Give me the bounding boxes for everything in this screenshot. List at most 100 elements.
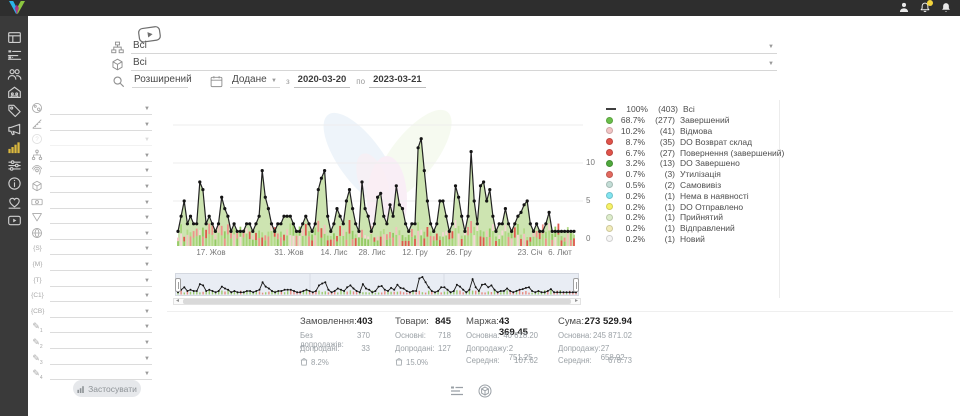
- legend-item[interactable]: 68.7%(277)Завершений: [606, 115, 782, 126]
- date-to-input[interactable]: 2023-03-21: [369, 74, 426, 88]
- filter-select[interactable]: ▼: [50, 274, 152, 287]
- main-chart[interactable]: 17. Жов31. Жов14. Лис28. Лис12. Гру26. Г…: [173, 100, 585, 260]
- dashboard-icon[interactable]: [7, 30, 22, 45]
- chart-scrollbar[interactable]: ◂ ▸: [173, 298, 581, 305]
- legend-item[interactable]: 0.7%(3)Утилізація: [606, 169, 782, 180]
- legend-percent: 0.7%: [613, 169, 645, 179]
- chevron-down-icon[interactable]: ▼: [144, 356, 150, 362]
- chevron-down-icon[interactable]: ▼: [144, 246, 150, 252]
- chevron-down-icon[interactable]: ▼: [144, 371, 150, 377]
- filter-select[interactable]: ▼: [50, 289, 152, 302]
- legend-item[interactable]: 6.7%(27)Повернення (завершений): [606, 147, 782, 158]
- mini-chart-brush[interactable]: [175, 273, 579, 296]
- brush-handle-left[interactable]: [175, 278, 181, 292]
- alerts-bell-icon[interactable]: [940, 1, 952, 14]
- legend-item[interactable]: 3.2%(13)DO Завершено: [606, 158, 782, 169]
- settings-sliders-icon[interactable]: [7, 158, 22, 173]
- chevron-down-icon[interactable]: ▼: [144, 340, 150, 346]
- search-mode-select[interactable]: Розширений ▼: [132, 74, 188, 88]
- filter-select[interactable]: ▼: [50, 196, 152, 209]
- orders-list-toggle-icon[interactable]: [450, 384, 464, 398]
- legend-item[interactable]: 0.2%(1)DO Отправлено: [606, 201, 782, 212]
- chevron-down-icon[interactable]: ▼: [144, 324, 150, 330]
- filter-select[interactable]: ▼: [50, 164, 152, 177]
- chevron-down-icon[interactable]: ▼: [144, 106, 150, 112]
- chevron-down-icon[interactable]: ▼: [144, 168, 150, 174]
- legend-count: (1): [645, 234, 675, 244]
- chevron-down-icon[interactable]: ▼: [144, 293, 150, 299]
- chevron-down-icon[interactable]: ▼: [144, 184, 150, 190]
- legend-label: Повернення (завершений): [680, 148, 784, 158]
- chevron-down-icon[interactable]: ▼: [768, 44, 774, 50]
- chevron-down-icon[interactable]: ▼: [144, 231, 150, 237]
- app-logo[interactable]: [7, 0, 27, 16]
- filter-select[interactable]: ▼: [50, 305, 152, 318]
- chevron-down-icon[interactable]: ▼: [144, 137, 150, 143]
- scroll-right-icon[interactable]: ▸: [575, 298, 578, 305]
- offers-tag-icon[interactable]: [7, 103, 22, 118]
- filter-select[interactable]: ▼: [50, 118, 152, 131]
- notifications-bell-icon[interactable]: [919, 1, 931, 14]
- filter-row-pencil-1: ✎1▼: [31, 319, 152, 333]
- filter-select[interactable]: ▼: [50, 180, 152, 193]
- warehouse-icon[interactable]: [7, 85, 22, 100]
- search-icon[interactable]: [112, 75, 125, 88]
- stat-sub-value: 107.62: [514, 356, 538, 369]
- partners-heart-icon[interactable]: [7, 195, 22, 210]
- apply-button[interactable]: Застосувати: [73, 380, 141, 397]
- filter-select[interactable]: ▼: [50, 102, 152, 115]
- chevron-down-icon[interactable]: ▼: [768, 61, 774, 67]
- legend-item[interactable]: 0.2%(1)Новий: [606, 234, 782, 245]
- products-cube-toggle-icon[interactable]: [478, 384, 492, 398]
- filter-select[interactable]: ▼: [50, 133, 152, 146]
- statuses-filter-input[interactable]: Всі ▼: [131, 40, 777, 54]
- filter-select[interactable]: ▼: [50, 242, 152, 255]
- filter-select[interactable]: ▼: [50, 320, 152, 333]
- legend-label: DO Отправлено: [680, 202, 743, 212]
- legend-item[interactable]: 0.2%(1)Нема в наявності: [606, 190, 782, 201]
- x-axis-label: 17. Жов: [196, 248, 225, 257]
- filter-select[interactable]: ▼: [50, 352, 152, 365]
- chevron-down-icon[interactable]: ▼: [179, 78, 185, 84]
- legend-item[interactable]: 0.2%(1)Прийнятий: [606, 212, 782, 223]
- chevron-down-icon[interactable]: ▼: [144, 122, 150, 128]
- legend-item[interactable]: 100%(403)Всі: [606, 104, 782, 115]
- chevron-down-icon[interactable]: ▼: [144, 200, 150, 206]
- legend-item[interactable]: 10.2%(41)Відмова: [606, 126, 782, 137]
- date-field-select[interactable]: Додане ▼: [230, 74, 280, 88]
- products-filter-input[interactable]: Всі ▼: [131, 57, 777, 71]
- legend-label: Нема в наявності: [680, 191, 749, 201]
- legend-item[interactable]: 0.2%(1)Відправлений: [606, 223, 782, 234]
- chevron-down-icon[interactable]: ▼: [144, 278, 150, 284]
- stat-sub-label: Допродажу:: [466, 344, 509, 357]
- chevron-down-icon[interactable]: ▼: [144, 309, 150, 315]
- orders-icon[interactable]: [7, 48, 22, 63]
- brush-handle-right[interactable]: [573, 278, 579, 292]
- chevron-down-icon[interactable]: ▼: [144, 215, 150, 221]
- scroll-left-icon[interactable]: ◂: [176, 298, 179, 305]
- analytics-chart-icon[interactable]: [7, 140, 22, 155]
- clients-icon[interactable]: [7, 67, 22, 82]
- user-icon[interactable]: [898, 1, 910, 14]
- tutorials-video-icon[interactable]: [7, 213, 22, 228]
- filter-row-help: ?▼: [31, 132, 152, 146]
- filter-select[interactable]: ▼: [50, 211, 152, 224]
- stat-title-value: 845: [435, 316, 451, 331]
- legend-item[interactable]: 8.7%(35)DO Возврат склад: [606, 136, 782, 147]
- filter-select[interactable]: ▼: [50, 367, 152, 380]
- filter-select[interactable]: ▼: [50, 336, 152, 349]
- date-from-input[interactable]: 2020-03-20: [294, 74, 351, 88]
- legend-item[interactable]: 0.5%(2)Самовивіз: [606, 180, 782, 191]
- scrollbar-thumb[interactable]: [183, 299, 571, 304]
- filter-select[interactable]: ▼: [50, 258, 152, 271]
- chevron-down-icon[interactable]: ▼: [144, 153, 150, 159]
- filter-select[interactable]: ▼: [50, 227, 152, 240]
- stat-sub-value: 127: [438, 344, 451, 357]
- marketing-megaphone-icon[interactable]: [7, 122, 22, 137]
- info-icon[interactable]: [7, 176, 22, 191]
- date-field-value: Додане: [232, 74, 267, 85]
- stat-sub-row: Основна:245 871.02: [558, 331, 632, 344]
- chevron-down-icon[interactable]: ▼: [144, 262, 150, 268]
- chevron-down-icon[interactable]: ▼: [271, 78, 277, 84]
- filter-select[interactable]: ▼: [50, 149, 152, 162]
